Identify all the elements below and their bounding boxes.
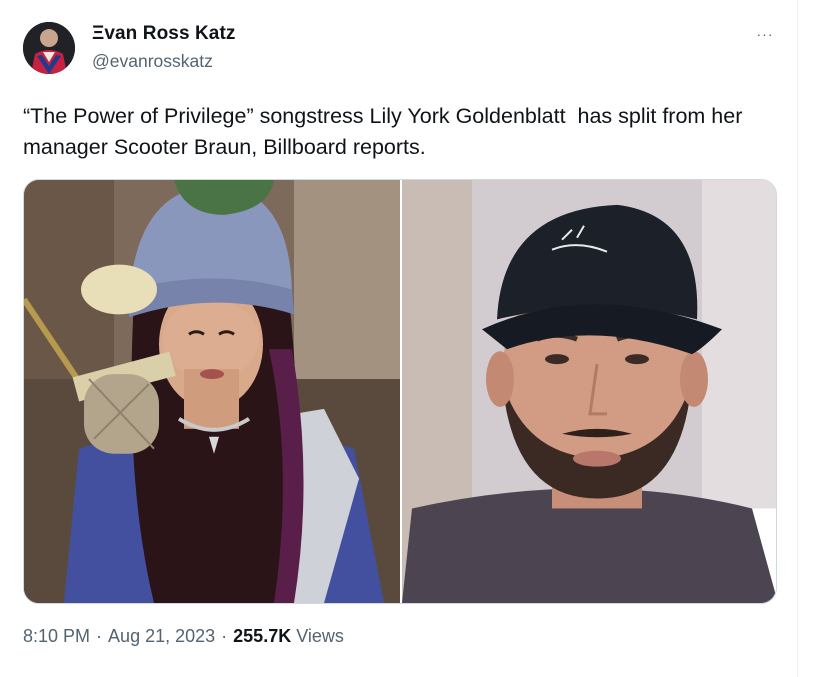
tweet-media[interactable] [23,179,777,604]
separator: · [221,626,228,646]
photo-man-in-black-cap-image [402,180,776,603]
avatar[interactable] [23,22,75,74]
tweet-meta: 8:10 PM · Aug 21, 2023 · 255.7K Views [23,626,344,647]
author-display-name[interactable]: Ξvan Ross Katz [92,23,236,44]
timeline-border [797,0,798,677]
views-count: 255.7K [233,626,292,646]
tweet-time[interactable]: 8:10 PM [23,626,90,647]
photo-woman-at-microphone[interactable] [24,180,400,603]
views[interactable]: 255.7K Views [233,626,344,647]
author-name-row[interactable]: Ξvan Ross Katz [92,23,236,47]
views-label: Views [296,626,344,646]
author-handle[interactable]: @evanrosskatz [92,51,213,72]
photo-man-in-black-cap[interactable] [402,180,776,603]
tweet-date[interactable]: Aug 21, 2023 [108,626,215,647]
tweet: Ξvan Ross Katz @evanrosskatz ··· “The Po… [0,0,797,677]
tweet-text: “The Power of Privilege” songstress Lily… [23,104,749,159]
photo-woman-at-microphone-image [24,180,400,603]
avatar-image [23,22,75,74]
separator: · [96,626,103,646]
more-horizontal-icon[interactable]: ··· [752,26,778,42]
